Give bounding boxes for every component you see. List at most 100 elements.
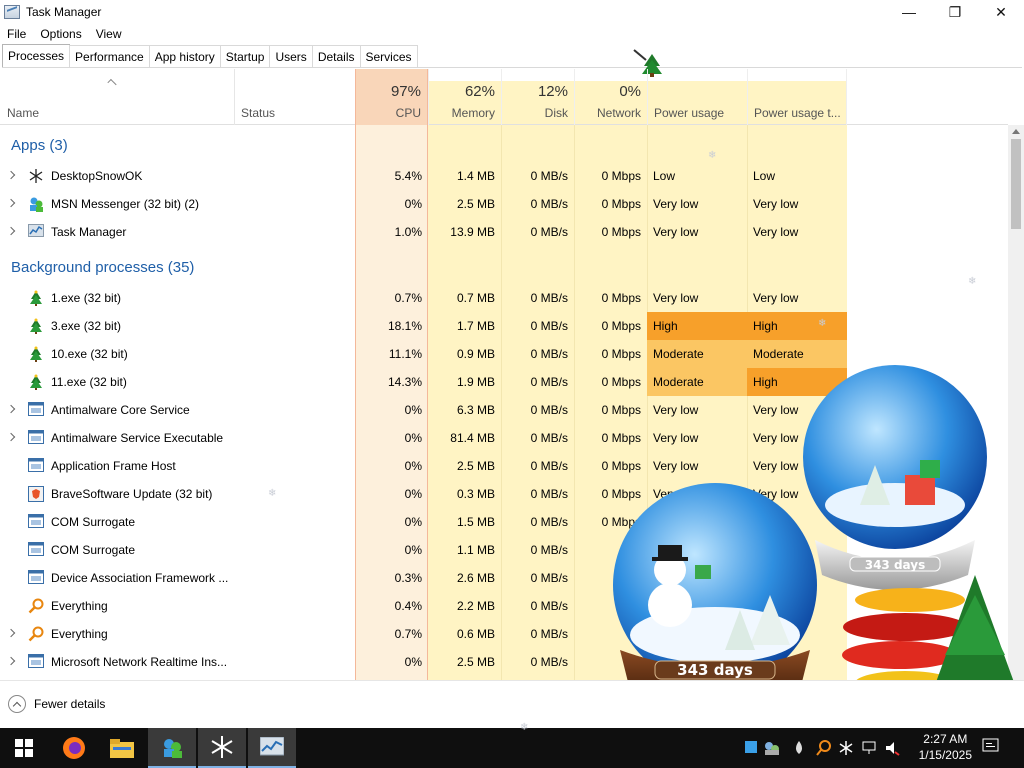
process-name: COM Surrogate — [51, 515, 136, 529]
menu-options[interactable]: Options — [33, 27, 88, 41]
group-apps: Apps (3) — [11, 137, 68, 154]
tab-processes[interactable]: Processes — [2, 44, 71, 67]
taskbar-clock[interactable]: 2:27 AM 1/15/2025 — [919, 731, 972, 763]
cell-net: 0 Mbps — [601, 169, 641, 183]
cell-mem: 0.6 MB — [456, 627, 495, 641]
cell-mem: 2.5 MB — [456, 197, 495, 211]
table-row[interactable]: 10.exe (32 bit) 11.1% 0.9 MB 0 MB/s 0 Mbps Mo… — [0, 340, 848, 368]
cell-disk: 0 MB/s — [530, 655, 568, 669]
cell-net: 0 Mbps — [601, 225, 641, 239]
task-manager-taskbar-button[interactable] — [248, 728, 296, 768]
header-name[interactable]: Name — [0, 69, 234, 125]
memory-total: 62% — [464, 83, 495, 100]
header-cpu[interactable]: 97% CPU — [355, 69, 428, 125]
cell-power: Very low — [653, 225, 699, 239]
menu-view[interactable]: View — [89, 27, 129, 41]
cell-disk: 0 MB/s — [530, 403, 568, 417]
header-status[interactable]: Status — [234, 69, 355, 125]
table-row[interactable]: DesktopSnowOK 5.4% 1.4 MB 0 MB/s 0 Mbps Low Lo… — [0, 162, 848, 190]
cell-cpu: 0.7% — [394, 627, 422, 641]
clock-time: 2:27 AM — [923, 732, 968, 746]
restore-button[interactable]: ❐ — [932, 0, 978, 24]
cell-trend: Low — [753, 169, 776, 183]
scroll-thumb[interactable] — [1011, 139, 1021, 229]
header-memory[interactable]: 62% Memory — [428, 69, 501, 125]
tree-icon — [28, 318, 44, 334]
chevron-right-icon[interactable] — [6, 198, 16, 208]
cell-trend: Very low — [753, 197, 799, 211]
header-disk[interactable]: 12% Disk — [501, 69, 574, 125]
cell-power: Very low — [653, 197, 699, 211]
close-button[interactable]: ✕ — [978, 0, 1024, 24]
snowflake-decoration: ❄ — [968, 276, 977, 287]
cell-power: Very low — [653, 291, 699, 305]
menu-file[interactable]: File — [0, 27, 33, 41]
task-manager-icon — [28, 224, 44, 240]
cell-mem: 2.2 MB — [456, 599, 495, 613]
cell-mem: 0.7 MB — [456, 291, 495, 305]
process-name: Task Manager — [51, 225, 127, 239]
table-row[interactable]: 3.exe (32 bit) 18.1% 1.7 MB 0 MB/s 0 Mbps Hig… — [0, 312, 848, 340]
chevron-right-icon[interactable] — [6, 404, 16, 414]
tray-drop-icon[interactable] — [792, 740, 808, 756]
windows-icon — [15, 739, 33, 757]
table-row[interactable]: Task Manager 1.0% 13.9 MB 0 MB/s 0 Mbps Very … — [0, 218, 848, 246]
tab-users[interactable]: Users — [269, 45, 313, 67]
fewer-details-button[interactable]: Fewer details — [8, 695, 105, 713]
minimize-button[interactable]: — — [886, 0, 932, 24]
header-power-usage[interactable]: Power usage — [647, 69, 747, 125]
disk-total: 12% — [537, 83, 568, 100]
cell-cpu: 0% — [404, 543, 422, 557]
chevron-right-icon[interactable] — [6, 628, 16, 638]
cell-cpu: 0% — [404, 459, 422, 473]
service-icon — [28, 430, 44, 446]
header-network[interactable]: 0% Network — [574, 69, 647, 125]
folder-icon — [110, 739, 134, 758]
tab-strip: Processes Performance App history Startu… — [2, 44, 1022, 68]
cell-cpu: 14.3% — [387, 375, 422, 389]
tab-startup[interactable]: Startup — [219, 45, 271, 67]
network-icon[interactable] — [862, 740, 878, 756]
start-button[interactable] — [0, 728, 48, 768]
chevron-right-icon[interactable] — [6, 226, 16, 236]
header-power-usage-trend[interactable]: Power usage t... — [747, 69, 847, 125]
scroll-up-icon[interactable] — [1012, 129, 1020, 134]
tab-services[interactable]: Services — [359, 45, 418, 67]
chevron-right-icon[interactable] — [6, 432, 16, 442]
tray-search-icon[interactable] — [816, 740, 832, 756]
cell-disk: 0 MB/s — [530, 291, 568, 305]
taskbar: 2:27 AM 1/15/2025 — [0, 728, 1024, 768]
process-name: 11.exe (32 bit) — [51, 375, 127, 389]
tab-details[interactable]: Details — [311, 45, 361, 67]
tray-snowflake-icon[interactable] — [838, 740, 854, 756]
tab-app-history[interactable]: App history — [148, 45, 221, 67]
msn-taskbar-button[interactable] — [148, 728, 196, 768]
desktopsnowok-taskbar-button[interactable] — [198, 728, 246, 768]
msn-messenger-icon — [164, 739, 182, 758]
chevron-right-icon[interactable] — [6, 170, 16, 180]
tray-blue-square-icon[interactable] — [744, 740, 760, 756]
title-bar: Task Manager — ❐ ✕ — [0, 0, 1024, 24]
process-name: Application Frame Host — [51, 459, 176, 473]
tray-msn-icon[interactable] — [762, 740, 782, 756]
cell-net: 0 Mbps — [601, 197, 641, 211]
cell-mem: 1.7 MB — [456, 319, 495, 333]
cell-mem: 2.5 MB — [456, 655, 495, 669]
firefox-taskbar-button[interactable] — [50, 728, 98, 768]
table-row[interactable]: 1.exe (32 bit) 0.7% 0.7 MB 0 MB/s 0 Mbps Very… — [0, 284, 848, 312]
cell-disk: 0 MB/s — [530, 599, 568, 613]
cell-cpu: 0% — [404, 515, 422, 529]
task-manager-icon — [260, 737, 284, 756]
tab-performance[interactable]: Performance — [69, 45, 150, 67]
file-explorer-taskbar-button[interactable] — [98, 728, 146, 768]
table-row[interactable]: MSN Messenger (32 bit) (2) 0% 2.5 MB 0 MB/s… — [0, 190, 848, 218]
snowflake-decoration: ❄ — [708, 150, 717, 161]
process-name: Everything — [51, 627, 108, 641]
cell-trend: Very low — [753, 225, 799, 239]
cell-mem: 2.5 MB — [456, 459, 495, 473]
action-center-icon[interactable] — [982, 738, 1002, 756]
chevron-right-icon[interactable] — [6, 656, 16, 666]
volume-muted-icon[interactable] — [884, 740, 900, 756]
cell-cpu: 0.3% — [394, 571, 422, 585]
cell-power: Low — [653, 169, 676, 183]
